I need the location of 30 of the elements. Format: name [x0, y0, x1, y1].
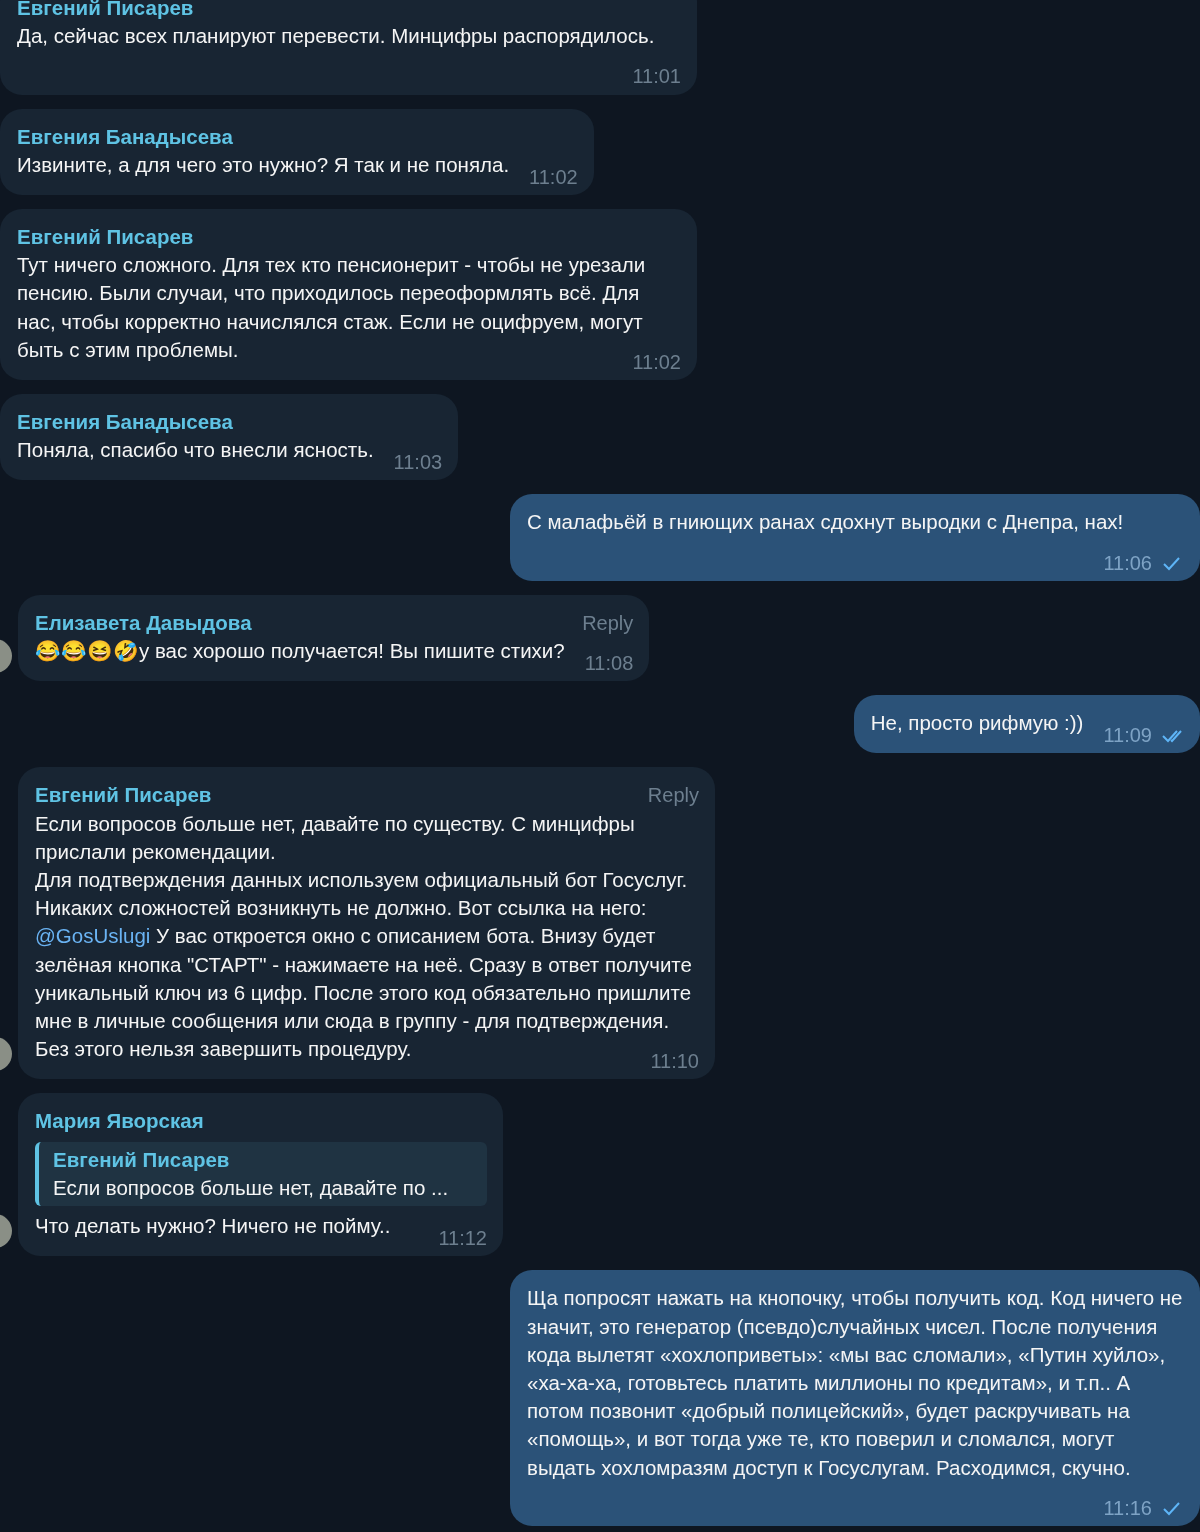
sender-name[interactable]: Евгений Писарев	[35, 781, 212, 810]
message-text: Извините, а для чего это нужно? Я так и не поняла.	[17, 152, 510, 176]
sender-name[interactable]: Евгений Писарев	[17, 223, 194, 252]
sender-name[interactable]: Евгения Банадысева	[17, 122, 233, 151]
sender-name[interactable]: Елизавета Давыдова	[35, 608, 252, 638]
quote-text: Если вопросов больше нет, давайте по ...	[53, 1174, 450, 1201]
message-text: Да, сейчас всех планируют перевести. Минцифры распорядилось.	[17, 24, 655, 48]
message-time: 11:08	[584, 651, 634, 677]
message-time: 11:12	[438, 1226, 487, 1252]
quoted-message[interactable]: Евгений Писарев Если вопросов больше нет, давайте по ...	[35, 1141, 487, 1207]
message-time: 11:16	[1103, 1495, 1152, 1521]
reply-button[interactable]: Reply	[582, 608, 634, 638]
sender-name[interactable]: Мария Яворская	[35, 1107, 204, 1136]
message-text: Что делать нужно? Ничего не пойму..	[35, 1214, 391, 1238]
sender-name[interactable]: Евгения Банадысева	[17, 408, 233, 437]
mention-link[interactable]: @GosUslugi	[35, 924, 151, 948]
quote-author: Евгений Писарев	[53, 1146, 231, 1173]
message-time: 11:03	[393, 450, 443, 476]
message-text: Поняла, спасибо что внесли ясность.	[17, 438, 374, 462]
message-text: Ща попросят нажать на кнопочку, чтобы получить код. Код ничего не значит, это генератор (псевдо)случайных чисел. После получения кода вылетят «хохлоприветы»: «мы вас сломали», «Путин хуйло», «ха-ха-ха, готовьтесь платить миллионы по кредитам», и т.п.. А потом позвонит «добрый полицейский», будет раскручивать на «помощь», и вот тогда уже те, кто поверил и сломался, могут выдать хохломразям доступ к Госуслугам. Расходимся, скучно.	[527, 1286, 1183, 1479]
message-time: 11:01	[632, 64, 681, 90]
message-time: 11:02	[529, 164, 578, 190]
message-time: 11:06	[1103, 550, 1152, 576]
sender-name[interactable]: Евгений Писарев	[17, 0, 194, 23]
message-text: С малафьёй в гниющих ранах сдохнут выродки с Днепра, нах!	[527, 510, 1124, 534]
message-text: Не, просто рифмую :))	[870, 711, 1084, 735]
message-text: 😂😂😆🤣у вас хорошо получается! Вы пишите стихи?	[35, 639, 565, 663]
reply-button[interactable]: Reply	[647, 781, 699, 810]
message-time: 11:10	[650, 1049, 699, 1075]
message-time: 11:09	[1103, 723, 1152, 749]
